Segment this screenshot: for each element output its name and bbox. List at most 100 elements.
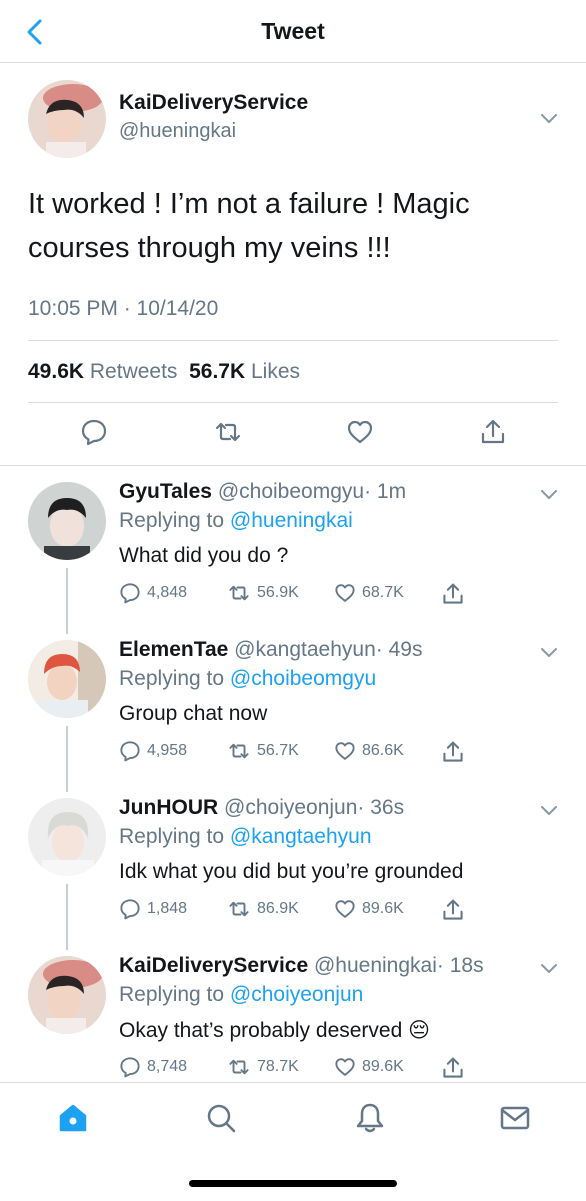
reply-tweet[interactable]: GyuTales @choibeomgyu· 1m Replying to @h… [0, 466, 586, 624]
tweet-text: It worked ! I’m not a failure ! Magic co… [28, 188, 470, 264]
mention-link[interactable]: @kangtaehyun [230, 825, 372, 848]
home-indicator [189, 1180, 397, 1187]
mention-link[interactable]: @choibeomgyu [230, 667, 376, 690]
avatar[interactable] [28, 80, 106, 158]
like-heart-icon [335, 900, 355, 918]
time-ago: · 1m [364, 480, 407, 503]
user-handle[interactable]: @hueningkai [314, 954, 437, 977]
likes-label: Likes [251, 360, 301, 383]
reply-action-bar: 8,748 78.7K 89.6K [119, 1056, 479, 1080]
like-count: 86.6K [362, 742, 404, 759]
bell-icon[interactable] [353, 1101, 387, 1135]
reply-action[interactable]: 4,848 [119, 582, 187, 604]
display-name[interactable]: GyuTales [119, 480, 212, 503]
retweet-count: 56.7K [257, 742, 299, 759]
reply-action-bar: 4,848 56.9K 68.7K [119, 582, 479, 606]
time-ago: · 49s [375, 638, 423, 661]
chevron-down-icon[interactable] [541, 806, 557, 816]
user-handle[interactable]: @choibeomgyu [218, 480, 364, 503]
display-name[interactable]: KaiDeliveryService [119, 954, 308, 977]
search-icon[interactable] [204, 1101, 238, 1135]
page-title: Tweet [261, 18, 325, 44]
mention-link[interactable]: @choiyeonjun [230, 983, 363, 1006]
mail-icon[interactable] [498, 1101, 532, 1135]
time-ago: · 18s [436, 954, 484, 977]
display-name[interactable]: KaiDeliveryService [119, 91, 308, 115]
reply-tweet[interactable]: ElemenTae @kangtaehyun· 49s Replying to … [0, 624, 586, 782]
reply-count: 1,848 [147, 900, 188, 917]
retweet-action[interactable]: 78.7K [227, 1056, 299, 1078]
share-icon[interactable] [441, 898, 465, 922]
like-heart-icon [335, 1058, 355, 1076]
retweet-icon [229, 1059, 249, 1075]
chevron-down-icon[interactable] [541, 964, 557, 974]
avatar[interactable] [28, 482, 106, 560]
likes-stat[interactable]: 56.7K Likes [189, 360, 300, 383]
display-name[interactable]: ElemenTae [119, 638, 228, 661]
like-count: 89.6K [362, 1058, 404, 1075]
reply-count: 4,848 [147, 584, 188, 601]
user-handle[interactable]: @kangtaehyun [234, 638, 376, 661]
divider [28, 340, 558, 341]
tweet-timestamp: 10:05 PM · 10/14/20 [28, 297, 219, 320]
mention-link[interactable]: @hueningkai [230, 509, 353, 532]
like-heart-icon[interactable] [346, 418, 374, 446]
retweet-action[interactable]: 56.7K [227, 740, 299, 762]
reply-action[interactable]: 8,748 [119, 1056, 187, 1078]
reply-tweet[interactable]: KaiDeliveryService @hueningkai· 18s Repl… [0, 940, 586, 1080]
retweet-count: 78.7K [257, 1058, 299, 1075]
share-icon[interactable] [441, 582, 465, 606]
share-icon[interactable] [479, 418, 507, 446]
avatar[interactable] [28, 640, 106, 718]
tweet-action-bar [0, 418, 586, 450]
reply-action[interactable]: 4,958 [119, 740, 187, 762]
retweet-count: 86.9K [257, 900, 299, 917]
reply-text: Okay that’s probably deserved [119, 1019, 403, 1042]
share-icon[interactable] [441, 740, 465, 764]
like-count: 68.7K [362, 584, 404, 601]
reply-icon [120, 741, 140, 762]
retweet-count: 56.9K [257, 584, 299, 601]
reply-action-bar: 4,958 56.7K 86.6K [119, 740, 479, 764]
like-action[interactable]: 89.6K [334, 898, 404, 920]
chevron-down-icon[interactable] [541, 648, 557, 658]
reply-text: Group chat now [119, 702, 268, 725]
tweet-stats: 49.6K Retweets 56.7K Likes [28, 360, 300, 384]
divider [28, 402, 558, 403]
avatar[interactable] [28, 956, 106, 1034]
display-name[interactable]: JunHOUR [119, 796, 218, 819]
time-ago: · 36s [357, 796, 405, 819]
reply-icon [120, 899, 140, 920]
like-action[interactable]: 89.6K [334, 1056, 404, 1078]
avatar[interactable] [28, 798, 106, 876]
reply-text: Idk what you did but you’re grounded [119, 860, 464, 883]
like-action[interactable]: 68.7K [334, 582, 404, 604]
replying-to-label: Replying to [119, 825, 225, 848]
retweet-action[interactable]: 56.9K [227, 582, 299, 604]
retweet-icon [229, 743, 249, 759]
retweets-stat[interactable]: 49.6K Retweets [28, 360, 177, 383]
user-handle[interactable]: @choiyeonjun [224, 796, 357, 819]
replying-to-label: Replying to [119, 667, 225, 690]
user-handle[interactable]: @hueningkai [119, 120, 236, 143]
retweets-count: 49.6K [28, 360, 85, 383]
reply-action[interactable]: 1,848 [119, 898, 187, 920]
reply-action-bar: 1,848 86.9K 89.6K [119, 898, 479, 922]
top-nav-bar: Tweet [0, 0, 586, 63]
retweets-label: Retweets [89, 360, 178, 383]
chevron-down-icon[interactable] [541, 490, 557, 500]
like-count: 89.6K [362, 900, 404, 917]
reply-tweet[interactable]: JunHOUR @choiyeonjun· 36s Replying to @k… [0, 782, 586, 940]
likes-count: 56.7K [189, 360, 246, 383]
share-icon[interactable] [441, 1056, 465, 1080]
like-heart-icon [335, 742, 355, 760]
reply-icon[interactable] [80, 418, 108, 446]
replying-to-label: Replying to [119, 509, 225, 532]
reply-text: What did you do ? [119, 544, 289, 567]
retweet-action[interactable]: 86.9K [227, 898, 299, 920]
like-action[interactable]: 86.6K [334, 740, 404, 762]
chevron-down-icon[interactable] [541, 114, 557, 124]
pensive-face-emoji: 😔 [408, 1019, 431, 1042]
retweet-icon[interactable] [214, 418, 242, 446]
home-icon[interactable] [56, 1101, 90, 1135]
